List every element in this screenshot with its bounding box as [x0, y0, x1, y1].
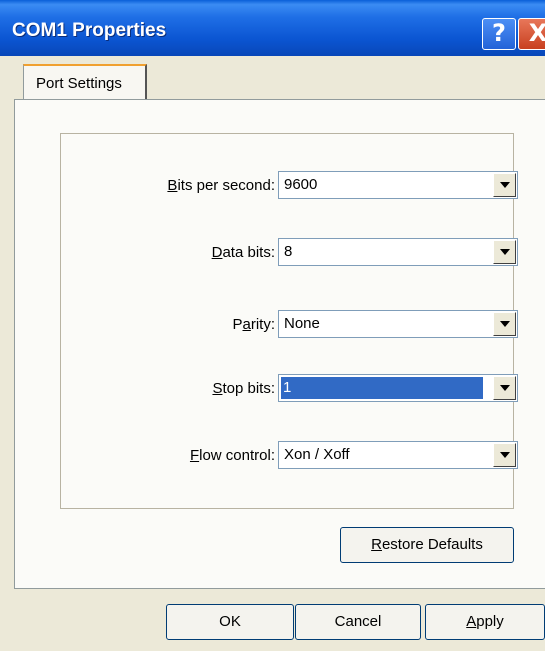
data-bits-label: Data bits:	[211, 244, 275, 261]
close-button[interactable]: X	[518, 18, 545, 50]
chevron-down-icon[interactable]	[493, 376, 516, 400]
dialog-window: COM1 Properties ? X Port Settings Bits p…	[0, 0, 545, 651]
cancel-button[interactable]: Cancel	[295, 604, 421, 640]
bits-per-second-label: Bits per second:	[167, 177, 275, 194]
chevron-down-icon[interactable]	[493, 240, 516, 264]
ok-button[interactable]: OK	[166, 604, 294, 640]
data-bits-select[interactable]: 8	[278, 238, 518, 266]
tab-port-settings[interactable]: Port Settings	[23, 64, 147, 100]
flow-control-label: Flow control:	[189, 447, 275, 464]
settings-group: Bits per second: 9600 Data bits: 8 Parit…	[60, 133, 518, 509]
stop-bits-value: 1	[281, 377, 483, 399]
chevron-down-icon[interactable]	[493, 443, 516, 467]
chevron-down-icon[interactable]	[493, 312, 516, 336]
data-bits-value: 8	[284, 243, 293, 260]
restore-defaults-button[interactable]: Restore Defaults	[340, 527, 514, 563]
parity-select[interactable]: None	[278, 310, 518, 338]
bits-per-second-value: 9600	[284, 176, 318, 193]
chevron-down-icon[interactable]	[493, 173, 516, 197]
question-mark-icon: ?	[492, 19, 506, 47]
tab-panel: Bits per second: 9600 Data bits: 8 Parit…	[14, 99, 545, 589]
tab-label: Port Settings	[36, 75, 122, 92]
close-icon: X	[528, 19, 545, 47]
help-button[interactable]: ?	[482, 18, 516, 50]
title-bar[interactable]: COM1 Properties ? X	[0, 0, 545, 56]
flow-control-value: Xon / Xoff	[284, 446, 350, 463]
flow-control-select[interactable]: Xon / Xoff	[278, 441, 518, 469]
window-title: COM1 Properties	[12, 20, 167, 41]
stop-bits-select[interactable]: 1	[278, 374, 518, 402]
stop-bits-label: Stop bits:	[212, 380, 275, 397]
bits-per-second-select[interactable]: 9600	[278, 171, 518, 199]
apply-button[interactable]: Apply	[425, 604, 545, 640]
parity-value: None	[284, 315, 320, 332]
parity-label: Parity:	[232, 316, 275, 333]
